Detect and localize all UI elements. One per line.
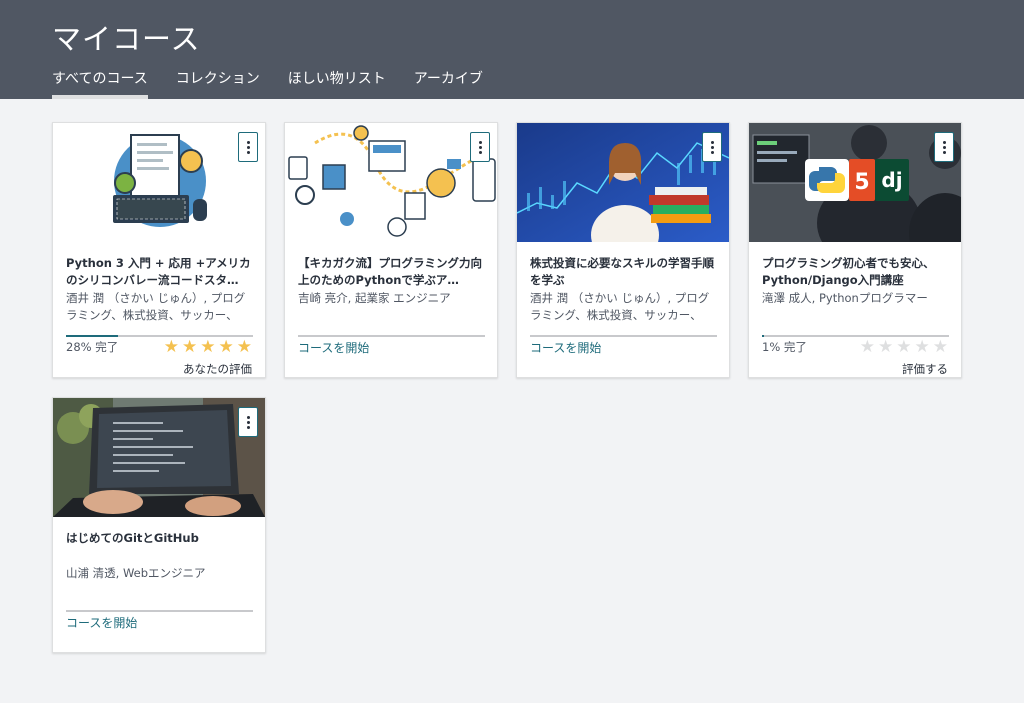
course-card-git[interactable]: はじめてのGitとGitHub 山浦 清透, Webエンジニア コースを開始 xyxy=(52,397,266,653)
star-icon[interactable]: ★ xyxy=(200,339,215,356)
course-menu-button[interactable] xyxy=(238,132,258,162)
course-author: 山浦 清透, Webエンジニア xyxy=(66,566,206,580)
course-card-stock[interactable]: 株式投資に必要なスキルの学習手順を学ぶ 酒井 潤 （さかい じゅん）, プログラ… xyxy=(516,122,730,378)
course-title: 【キカガク流】プログラミング力向上のためのPythonで学ぶア… xyxy=(298,256,482,287)
course-thumbnail: 5 dj xyxy=(749,123,961,242)
tab-bar: すべてのコース コレクション ほしい物リスト アーカイブ xyxy=(52,68,511,99)
star-icon[interactable]: ★ xyxy=(933,339,948,356)
course-author: 酒井 潤 （さかい じゅん）, プログラミング、株式投資、サッカー、 xyxy=(530,291,710,322)
star-icon[interactable]: ★ xyxy=(182,339,197,356)
star-icon[interactable]: ★ xyxy=(237,339,252,356)
django-logo-text: dj xyxy=(881,168,902,192)
course-author: 吉崎 亮介, 起業家 エンジニア xyxy=(298,291,451,305)
page-title: マイコース xyxy=(52,22,201,56)
header-bar: マイコース すべてのコース コレクション ほしい物リスト アーカイブ xyxy=(0,0,1024,99)
progress-bar xyxy=(66,610,253,612)
tab-archive[interactable]: アーカイブ xyxy=(414,68,483,99)
svg-text:5: 5 xyxy=(854,170,869,195)
course-thumbnail xyxy=(285,123,497,242)
more-vertical-icon xyxy=(942,140,946,155)
start-course-link[interactable]: コースを開始 xyxy=(530,339,601,356)
rating-label[interactable]: 評価する xyxy=(902,361,948,377)
rating-stars[interactable]: ★ ★ ★ ★ ★ xyxy=(161,339,252,356)
course-title: 株式投資に必要なスキルの学習手順を学ぶ xyxy=(530,256,714,287)
course-thumbnail xyxy=(517,123,729,242)
course-menu-button[interactable] xyxy=(702,132,722,162)
progress-bar xyxy=(298,335,485,337)
course-menu-button[interactable] xyxy=(238,407,258,437)
progress-text: 28% 完了 xyxy=(66,340,119,354)
tab-wishlist[interactable]: ほしい物リスト xyxy=(288,68,386,99)
course-title: プログラミング初心者でも安心、Python/Django入門講座 xyxy=(762,256,935,287)
course-title: Python 3 入門 + 応用 +アメリカのシリコンバレー流コードスタ… xyxy=(66,256,251,287)
course-card-django[interactable]: 5 dj プログラミング初心者でも安心、Python/Django入門講座 滝澤… xyxy=(748,122,962,378)
course-menu-button[interactable] xyxy=(470,132,490,162)
star-icon[interactable]: ★ xyxy=(860,339,875,356)
star-icon[interactable]: ★ xyxy=(878,339,893,356)
course-author: 滝澤 成人, Pythonプログラマー xyxy=(762,291,928,305)
course-card-kikagaku[interactable]: 【キカガク流】プログラミング力向上のためのPythonで学ぶア… 吉崎 亮介, … xyxy=(284,122,498,378)
rating-stars[interactable]: ★ ★ ★ ★ ★ xyxy=(857,339,948,356)
course-title: はじめてのGitとGitHub xyxy=(66,531,199,545)
tab-all-courses[interactable]: すべてのコース xyxy=(52,68,148,99)
course-author: 酒井 潤 （さかい じゅん）, プログラミング、株式投資、サッカー、 xyxy=(66,291,246,322)
more-vertical-icon xyxy=(710,140,714,155)
start-course-link[interactable]: コースを開始 xyxy=(66,614,137,631)
star-icon[interactable]: ★ xyxy=(219,339,234,356)
progress-fill xyxy=(66,335,119,337)
more-vertical-icon xyxy=(246,415,250,430)
progress-bar xyxy=(530,335,717,337)
progress-fill xyxy=(762,335,764,337)
more-vertical-icon xyxy=(478,140,482,155)
star-icon[interactable]: ★ xyxy=(896,339,911,356)
more-vertical-icon xyxy=(246,140,250,155)
course-card-python3[interactable]: Python 3 入門 + 応用 +アメリカのシリコンバレー流コードスタ… 酒井… xyxy=(52,122,266,378)
rating-label[interactable]: あなたの評価 xyxy=(183,361,252,377)
star-icon[interactable]: ★ xyxy=(915,339,930,356)
progress-text: 1% 完了 xyxy=(762,340,807,354)
course-menu-button[interactable] xyxy=(934,132,954,162)
start-course-link[interactable]: コースを開始 xyxy=(298,339,369,356)
course-thumbnail xyxy=(53,123,265,242)
star-icon[interactable]: ★ xyxy=(164,339,179,356)
course-thumbnail xyxy=(53,398,265,517)
tab-collections[interactable]: コレクション xyxy=(176,68,260,99)
